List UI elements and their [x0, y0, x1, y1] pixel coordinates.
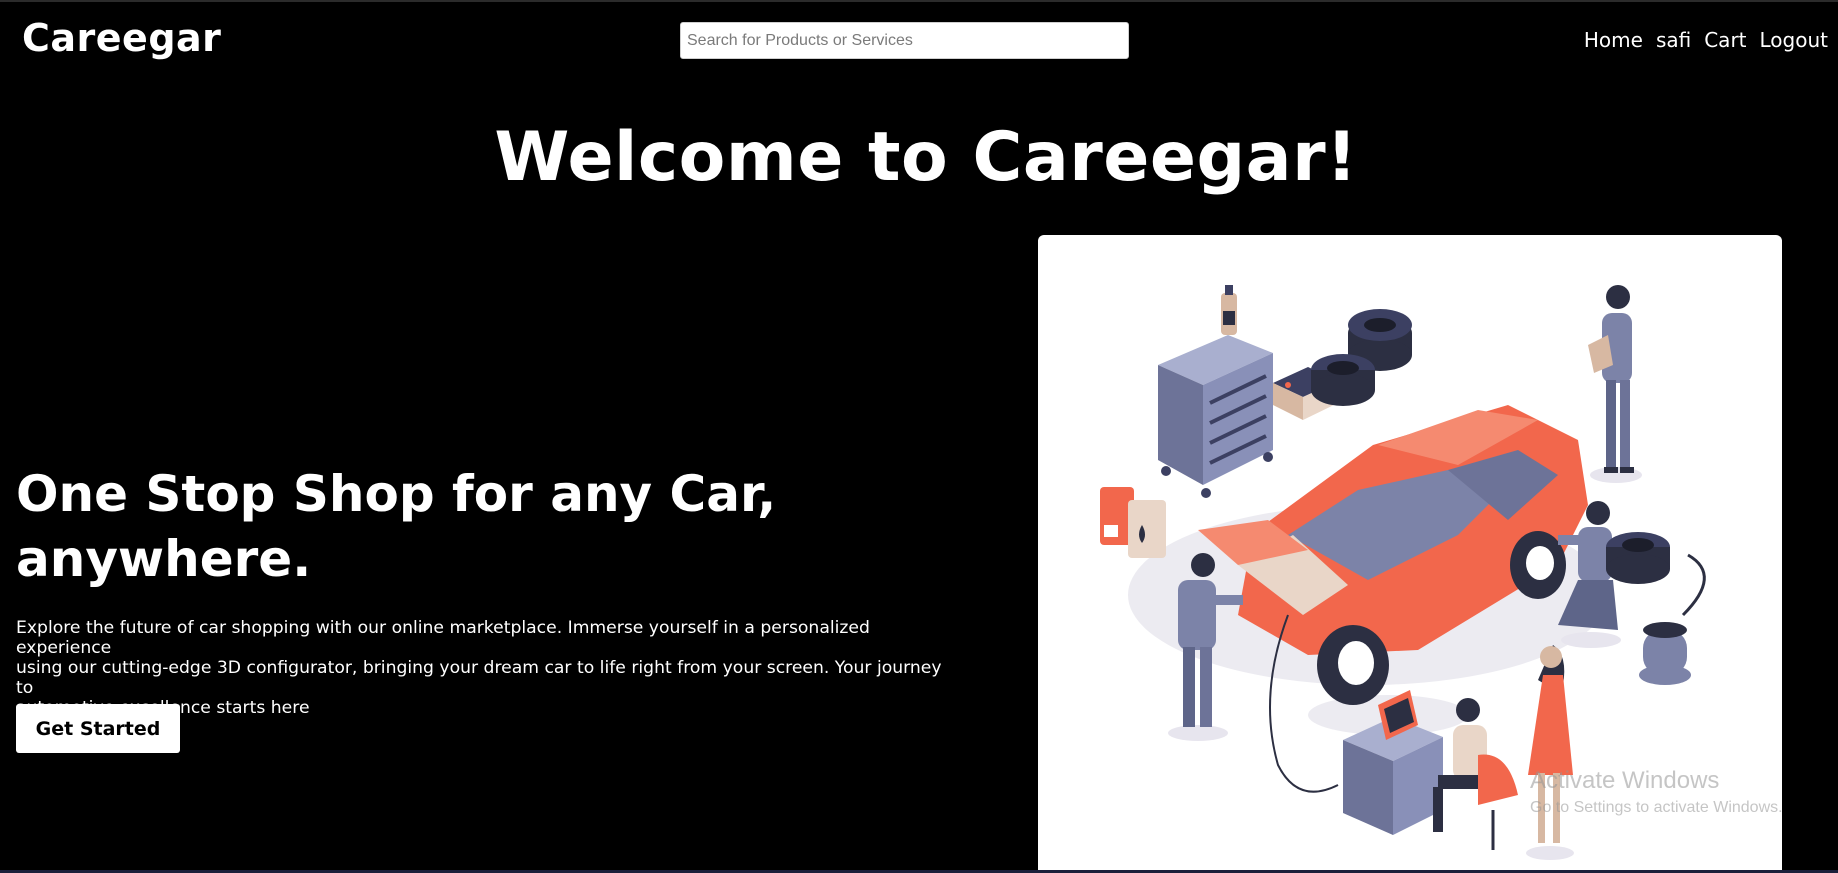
- navbar: Careegar Home safi Cart Logout: [0, 0, 1838, 80]
- hero-title: One Stop Shop for any Car, anywhere.: [16, 462, 816, 592]
- hero-title-line1: One Stop Shop for any Car,: [16, 465, 777, 523]
- activate-windows-watermark: Activate Windows Go to Settings to activ…: [1530, 767, 1783, 817]
- standing-woman: [1526, 645, 1574, 860]
- welcome-heading: Welcome to Careegar!: [494, 118, 1358, 197]
- nav-links: Home safi Cart Logout: [1584, 28, 1828, 52]
- hero-description: Explore the future of car shopping with …: [16, 618, 956, 718]
- worker-with-clipboard: [1588, 285, 1642, 483]
- hero-text-line2: using our cutting-edge 3D configurator, …: [16, 658, 942, 698]
- oil-bottle: [1221, 285, 1237, 335]
- nav-user-link[interactable]: safi: [1656, 28, 1691, 52]
- spare-tire: [1606, 532, 1670, 584]
- tool-cabinet: [1158, 335, 1273, 498]
- hero-title-line2: anywhere.: [16, 530, 312, 588]
- nav-cart-link[interactable]: Cart: [1704, 28, 1746, 52]
- nav-logout-link[interactable]: Logout: [1760, 28, 1828, 52]
- hero-text-line1: Explore the future of car shopping with …: [16, 618, 870, 658]
- watermark-title: Activate Windows: [1530, 767, 1720, 794]
- brand-logo[interactable]: Careegar: [22, 16, 221, 60]
- fuel-cans: [1100, 487, 1166, 558]
- tire-stack: [1311, 309, 1412, 406]
- watermark-subtitle: Go to Settings to activate Windows.: [1530, 799, 1783, 816]
- nav-home-link[interactable]: Home: [1584, 28, 1643, 52]
- get-started-button[interactable]: Get Started: [16, 704, 180, 753]
- search-input[interactable]: [680, 22, 1129, 59]
